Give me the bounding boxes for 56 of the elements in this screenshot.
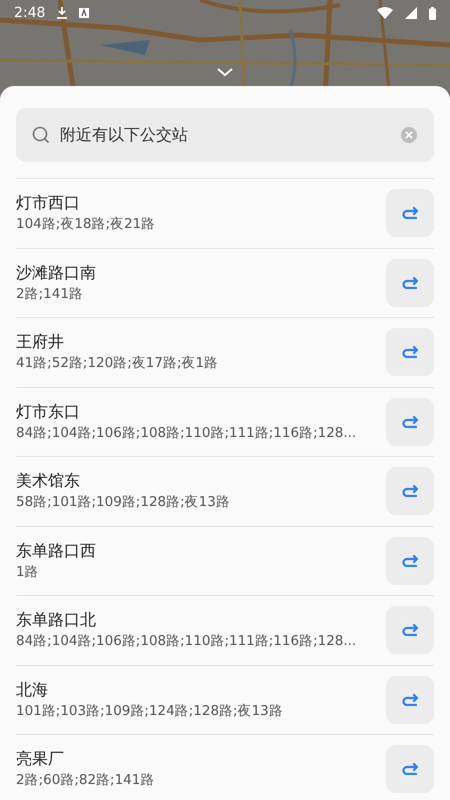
signal-icon [405,7,417,19]
u-turn-arrow-icon [402,763,418,776]
bus-routes: 2路;141路 [16,284,84,304]
station-item[interactable]: 北海 101路;103路;109路;124路;128路;夜13路 [16,666,434,735]
bus-routes: 58路;101路;109路;128路;夜13路 [16,493,231,512]
status-time: 2:48 [14,4,46,22]
station-item[interactable]: 沙滩路口南 2路;141路 [16,248,434,318]
station-item[interactable]: 王府井 41路;52路;120路;夜17路;夜1路 [16,318,434,388]
station-name: 东单路口西 [16,540,97,562]
station-name: 亮果厂 [16,748,65,770]
station-name: 灯市西口 [16,192,81,214]
chevron-down-icon[interactable] [217,68,233,77]
route-button[interactable] [386,189,434,238]
bus-routes: 104路;夜18路;夜21路 [16,215,156,234]
clear-icon[interactable] [400,126,418,144]
route-button[interactable] [386,258,434,307]
notification-icon [79,8,90,18]
search-input[interactable]: 附近有以下公交站 [60,123,390,147]
station-name: 王府井 [16,331,65,354]
bus-routes: 101路;103路;109路;124路;128路;夜13路 [16,702,284,721]
u-turn-arrow-icon [402,485,418,498]
station-name: 北海 [16,678,49,701]
bus-routes: 41路;52路;120路;夜17路;夜1路 [16,354,220,374]
route-button[interactable] [386,398,434,446]
route-button[interactable] [386,676,434,724]
battery-icon [429,6,436,20]
station-name: 灯市东口 [16,400,81,423]
station-item[interactable]: 东单路口北 84路;104路;106路;108路;110路;111路;116路;128... [16,596,434,666]
route-button[interactable] [386,745,434,794]
search-field[interactable]: 附近有以下公交站 [16,108,434,162]
wifi-icon [377,7,393,19]
station-name: 美术馆东 [16,470,81,492]
bus-routes: 1路 [16,562,40,582]
bus-routes: 2路;60路;82路;141路 [16,771,156,790]
route-button[interactable] [386,467,434,516]
route-button[interactable] [386,328,434,376]
u-turn-arrow-icon [402,207,418,220]
route-button[interactable] [386,606,434,654]
station-item[interactable]: 亮果厂 2路;60路;82路;141路 [16,735,434,800]
station-item[interactable]: 美术馆东 58路;101路;109路;128路;夜13路 [16,457,434,526]
route-button[interactable] [386,536,434,585]
u-turn-arrow-icon [402,624,418,636]
station-name: 沙滩路口南 [16,262,97,284]
station-item[interactable]: 东单路口西 1路 [16,526,434,596]
bus-routes: 84路;104路;106路;108路;110路;111路;116路;128... [16,424,358,443]
u-turn-arrow-icon [402,276,418,289]
u-turn-arrow-icon [402,346,418,358]
u-turn-arrow-icon [402,416,418,428]
u-turn-arrow-icon [402,554,418,567]
station-item[interactable]: 灯市东口 84路;104路;106路;108路;110路;111路;116路;128... [16,388,434,457]
u-turn-arrow-icon [402,694,418,706]
station-name: 东单路口北 [16,609,97,632]
download-icon [57,7,68,19]
search-icon [32,126,50,144]
station-item[interactable]: 灯市西口 104路;夜18路;夜21路 [16,179,434,248]
bus-routes: 84路;104路;106路;108路;110路;111路;116路;128... [16,632,358,652]
